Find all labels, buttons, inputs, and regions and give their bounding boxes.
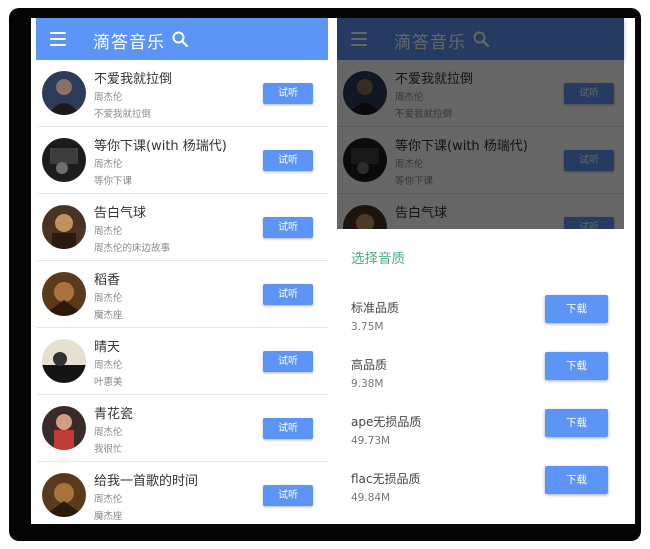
sheet-title: 选择音质 (351, 251, 405, 267)
quality-name: flac无损品质 (351, 472, 421, 486)
dim-overlay[interactable] (337, 18, 624, 229)
song-artist: 周杰伦 (94, 293, 123, 304)
menu-icon[interactable] (50, 32, 66, 46)
search-icon[interactable] (172, 31, 188, 47)
album-cover (42, 205, 86, 249)
quality-name: 高品质 (351, 358, 388, 372)
quality-option: 标准品质 3.75M 下载 (337, 295, 635, 356)
download-button[interactable]: 下载 (545, 295, 608, 323)
quality-size: 49.84M (351, 492, 391, 504)
quality-name: ape无损品质 (351, 415, 422, 429)
song-album: 等你下课 (94, 176, 133, 187)
listen-button[interactable]: 试听 (263, 485, 313, 506)
song-title: 晴天 (94, 340, 121, 355)
quality-option: ape无损品质 49.73M 下载 (337, 409, 635, 470)
song-row[interactable]: 告白气球 周杰伦 周杰伦的床边故事 试听 (36, 194, 328, 261)
song-row[interactable]: 青花瓷 周杰伦 我很忙 试听 (36, 395, 328, 462)
song-album: 不爱我就拉倒 (94, 109, 152, 120)
song-album: 我很忙 (94, 444, 123, 455)
listen-button[interactable]: 试听 (263, 284, 313, 305)
listen-button[interactable]: 试听 (263, 150, 313, 171)
song-title: 给我一首歌的时间 (94, 474, 199, 489)
song-album: 魔杰座 (94, 511, 123, 522)
listen-button[interactable]: 试听 (263, 217, 313, 238)
download-button[interactable]: 下载 (545, 352, 608, 380)
listen-button[interactable]: 试听 (263, 83, 313, 104)
quality-size: 3.75M (351, 321, 384, 333)
album-cover (42, 339, 86, 383)
download-button[interactable]: 下载 (545, 466, 608, 494)
quality-size: 9.38M (351, 378, 384, 390)
song-artist: 周杰伦 (94, 226, 123, 237)
song-title: 稻香 (94, 273, 121, 288)
song-artist: 周杰伦 (94, 494, 123, 505)
song-album: 周杰伦的床边故事 (94, 243, 171, 254)
quality-name: 标准品质 (351, 301, 400, 315)
device-frame: 滴答音乐 不爱我就拉倒 周杰伦 不爱我就拉倒 试听 等你下课(with 杨瑞代)… (9, 8, 641, 541)
song-list: 不爱我就拉倒 周杰伦 不爱我就拉倒 试听 等你下课(with 杨瑞代) 周杰伦 … (36, 60, 328, 524)
right-panel: 滴答音乐 不爱我就拉倒 周杰伦 不爱我就拉倒 试听 (337, 18, 635, 524)
app-title: 滴答音乐 (93, 33, 165, 53)
album-cover (42, 71, 86, 115)
quality-option: flac无损品质 49.84M 下载 (337, 466, 635, 524)
album-cover (42, 406, 86, 450)
listen-button[interactable]: 试听 (263, 351, 313, 372)
song-row[interactable]: 给我一首歌的时间 周杰伦 魔杰座 试听 (36, 462, 328, 524)
song-row[interactable]: 等你下课(with 杨瑞代) 周杰伦 等你下课 试听 (36, 127, 328, 194)
quality-size: 49.73M (351, 435, 391, 447)
song-row[interactable]: 晴天 周杰伦 叶惠美 试听 (36, 328, 328, 395)
song-row[interactable]: 不爱我就拉倒 周杰伦 不爱我就拉倒 试听 (36, 60, 328, 127)
song-artist: 周杰伦 (94, 92, 123, 103)
quality-option: 高品质 9.38M 下载 (337, 352, 635, 413)
song-artist: 周杰伦 (94, 427, 123, 438)
listen-button[interactable]: 试听 (263, 418, 313, 439)
song-title: 告白气球 (94, 206, 147, 221)
song-row[interactable]: 稻香 周杰伦 魔杰座 试听 (36, 261, 328, 328)
album-cover (42, 138, 86, 182)
quality-bottom-sheet: 选择音质 标准品质 3.75M 下载 高品质 9.38M 下载 ape无损品质 … (337, 229, 635, 524)
album-cover (42, 272, 86, 316)
song-artist: 周杰伦 (94, 159, 123, 170)
song-artist: 周杰伦 (94, 360, 123, 371)
panel-divider (328, 18, 337, 524)
song-title: 不爱我就拉倒 (94, 72, 173, 87)
song-album: 魔杰座 (94, 310, 123, 321)
app-bar: 滴答音乐 (36, 18, 328, 60)
song-title: 青花瓷 (94, 407, 134, 422)
song-title: 等你下课(with 杨瑞代) (94, 139, 227, 154)
song-album: 叶惠美 (94, 377, 123, 388)
screen: 滴答音乐 不爱我就拉倒 周杰伦 不爱我就拉倒 试听 等你下课(with 杨瑞代)… (31, 18, 635, 524)
left-panel: 滴答音乐 不爱我就拉倒 周杰伦 不爱我就拉倒 试听 等你下课(with 杨瑞代)… (36, 18, 328, 524)
download-button[interactable]: 下载 (545, 409, 608, 437)
album-cover (42, 473, 86, 517)
